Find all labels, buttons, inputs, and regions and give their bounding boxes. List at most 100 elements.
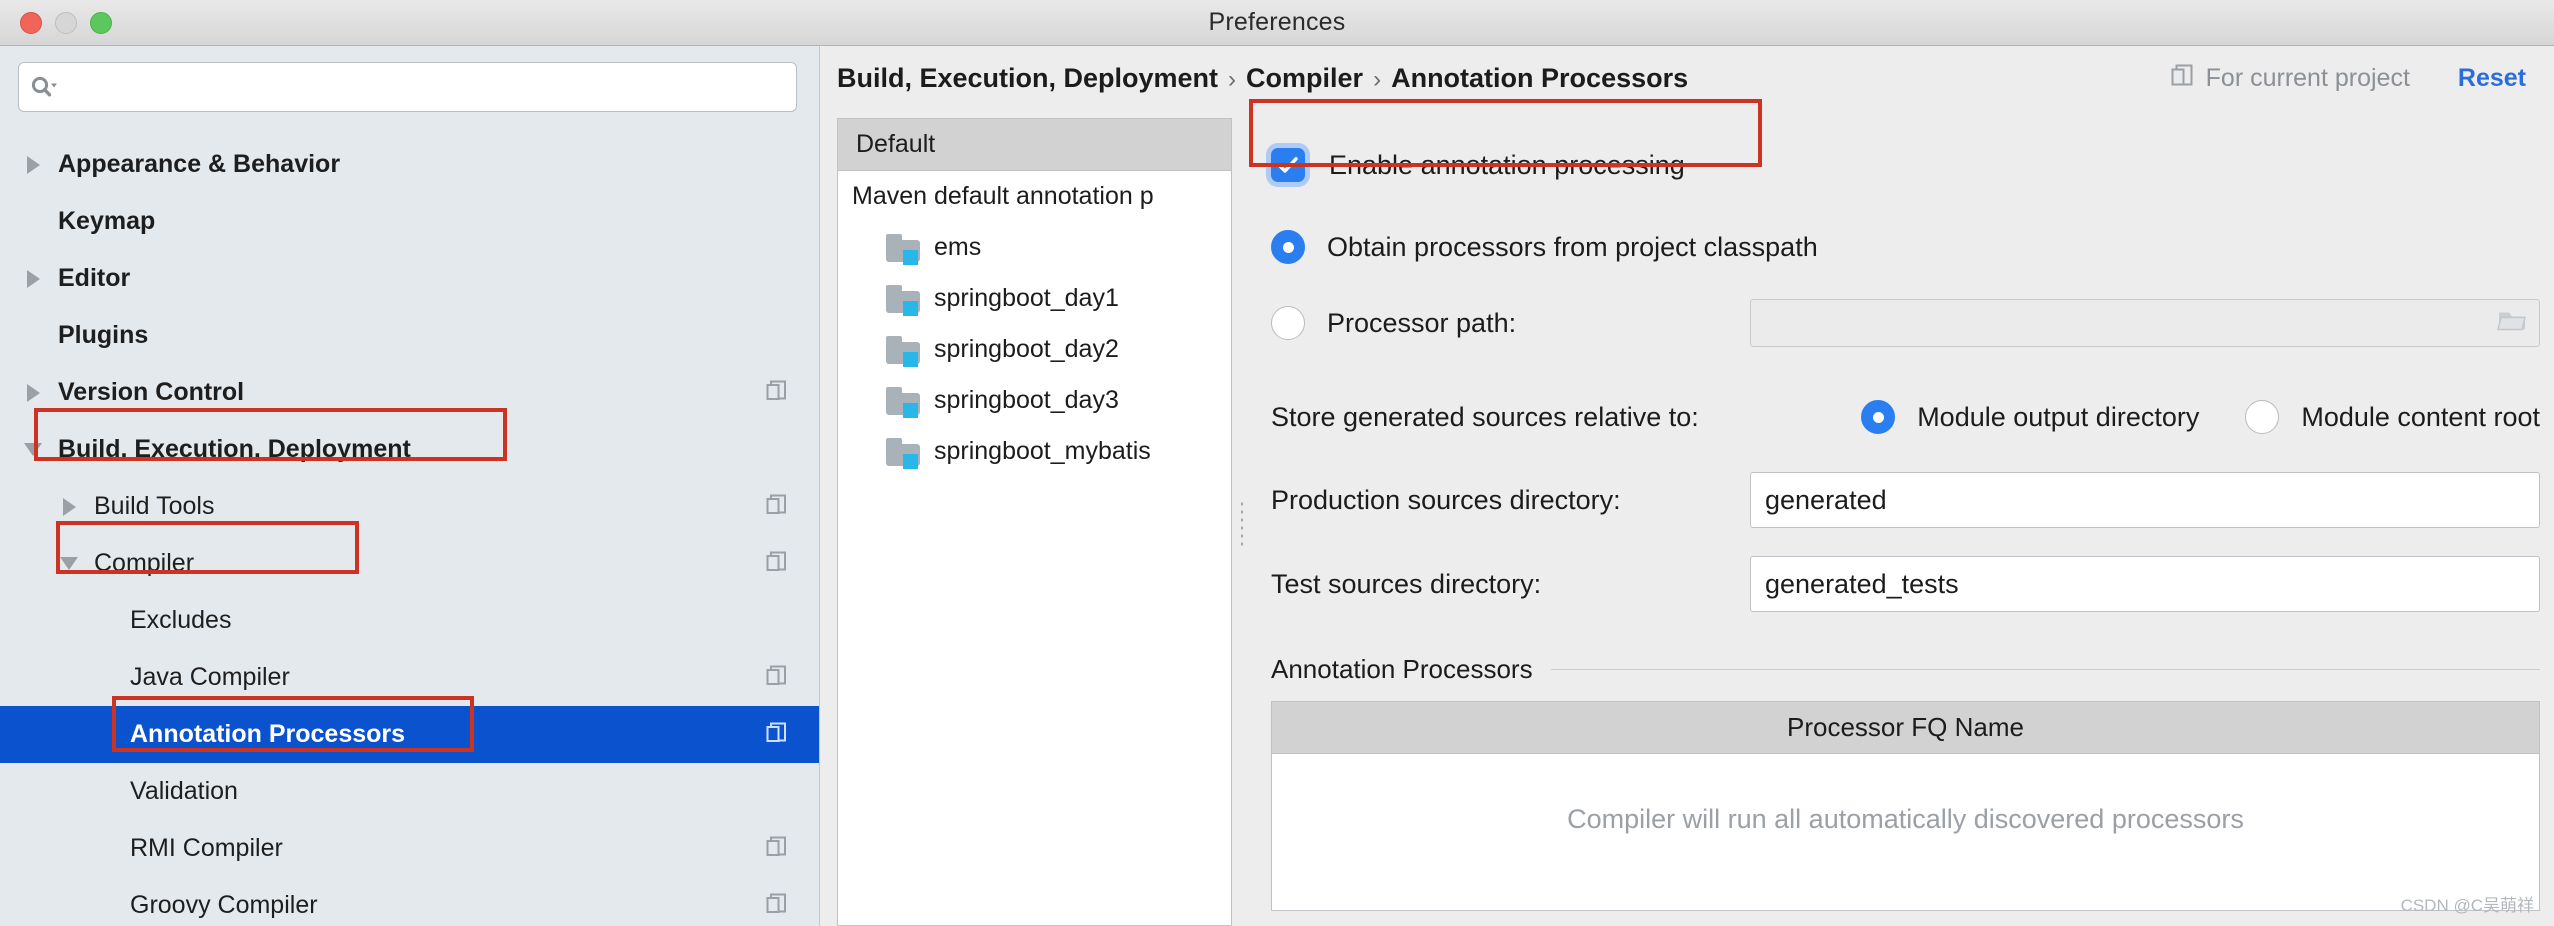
search-icon: [31, 76, 57, 98]
sidebar-item-rmi-compiler[interactable]: RMI Compiler: [0, 820, 819, 877]
chevron-down-icon[interactable]: [22, 439, 44, 461]
breadcrumb: Build, Execution, Deployment › Compiler …: [837, 63, 1688, 94]
sidebar-item-label: Build, Execution, Deployment: [58, 435, 411, 464]
processor-path-input[interactable]: [1750, 299, 2540, 347]
profile-row[interactable]: Maven default annotation p: [838, 171, 1231, 222]
module-folder-icon: [886, 234, 920, 262]
chevron-down-icon[interactable]: [58, 553, 80, 575]
settings-content: Build, Execution, Deployment › Compiler …: [821, 46, 2554, 926]
test-sources-input[interactable]: [1750, 556, 2540, 612]
profile-row-label: Maven default annotation p: [852, 182, 1154, 211]
processor-path-radio[interactable]: [1271, 306, 1305, 340]
chevron-right-icon[interactable]: [22, 268, 44, 290]
processor-path-row[interactable]: Processor path:: [1271, 296, 2540, 350]
profile-row[interactable]: ems: [838, 222, 1231, 273]
store-generated-sources-label: Store generated sources relative to:: [1271, 402, 1699, 433]
production-sources-input[interactable]: [1750, 472, 2540, 528]
enable-annotation-processing-checkbox[interactable]: [1271, 148, 1305, 182]
settings-tree: Appearance & Behavior Keymap EditorPlugins…: [0, 136, 819, 926]
pane-splitter[interactable]: [1235, 110, 1251, 926]
folder-icon[interactable]: [2497, 308, 2527, 339]
breadcrumb-item-2[interactable]: Annotation Processors: [1391, 63, 1688, 94]
sidebar-item-keymap[interactable]: Keymap: [0, 193, 819, 250]
copy-icon: [765, 891, 789, 920]
profile-row[interactable]: springboot_day1: [838, 273, 1231, 324]
sidebar-item-label: Version Control: [58, 378, 244, 407]
for-current-project[interactable]: For current project: [2170, 62, 2410, 95]
profile-row-label: springboot_mybatis: [934, 437, 1151, 466]
search-input[interactable]: [57, 63, 784, 111]
chevron-right-icon[interactable]: [58, 496, 80, 518]
module-folder-icon: [886, 336, 920, 364]
sidebar-item-label: Validation: [130, 777, 238, 806]
sidebar-item-version-control[interactable]: Version Control: [0, 364, 819, 421]
profiles-list-header: Default: [838, 119, 1231, 171]
profiles-rows: Maven default annotation p ems springboot_…: [838, 171, 1231, 477]
sidebar-item-excludes[interactable]: Excludes: [0, 592, 819, 649]
breadcrumb-separator-icon: ›: [1373, 66, 1381, 94]
enable-annotation-processing-row[interactable]: Enable annotation processing: [1271, 136, 2540, 194]
check-icon: [1277, 156, 1299, 174]
for-current-project-label: For current project: [2206, 64, 2410, 93]
processors-table-empty-message: Compiler will run all automatically disc…: [1272, 754, 2539, 884]
sidebar-item-build-execution-deployment[interactable]: Build, Execution, Deployment: [0, 421, 819, 478]
sidebar-item-label: Groovy Compiler: [130, 891, 318, 920]
profile-row[interactable]: springboot_mybatis: [838, 426, 1231, 477]
profiles-list: Default Maven default annotation p ems spr…: [837, 118, 1232, 926]
sidebar-item-label: Appearance & Behavior: [58, 150, 340, 179]
profile-row[interactable]: springboot_day2: [838, 324, 1231, 375]
copy-icon: [2170, 62, 2196, 95]
breadcrumb-item-0[interactable]: Build, Execution, Deployment: [837, 63, 1218, 94]
sidebar-item-compiler[interactable]: Compiler: [0, 535, 819, 592]
production-sources-label: Production sources directory:: [1271, 485, 1621, 516]
processors-table: Processor FQ Name Compiler will run all …: [1271, 701, 2540, 911]
store-generated-sources-options: Module output directory Module content r…: [1861, 400, 2540, 434]
zoom-button[interactable]: [90, 12, 112, 34]
close-button[interactable]: [20, 12, 42, 34]
module-folder-icon: [886, 438, 920, 466]
minimize-button[interactable]: [55, 12, 77, 34]
sidebar-item-validation[interactable]: Validation: [0, 763, 819, 820]
production-sources-row: Production sources directory:: [1271, 472, 2540, 528]
sidebar-item-label: Annotation Processors: [130, 720, 405, 749]
sidebar-item-groovy-compiler[interactable]: Groovy Compiler: [0, 877, 819, 926]
sidebar-item-plugins[interactable]: Plugins: [0, 307, 819, 364]
sidebar-item-editor[interactable]: Editor: [0, 250, 819, 307]
search-box[interactable]: [18, 62, 797, 112]
annotation-processors-form: Enable annotation processing Obtain proc…: [1251, 110, 2554, 926]
obtain-from-classpath-row[interactable]: Obtain processors from project classpath: [1271, 220, 2540, 274]
module-content-root-radio[interactable]: [2245, 400, 2279, 434]
splitter-grip-icon: [1239, 500, 1245, 546]
copy-icon: [765, 492, 789, 521]
copy-icon: [765, 720, 789, 749]
test-sources-label: Test sources directory:: [1271, 569, 1541, 600]
title-bar: Preferences: [0, 0, 2554, 46]
module-content-root-label: Module content root: [2301, 402, 2540, 433]
chevron-right-icon[interactable]: [22, 154, 44, 176]
copy-icon: [765, 663, 789, 692]
profile-row-label: ems: [934, 233, 981, 262]
reset-button[interactable]: Reset: [2458, 64, 2526, 93]
breadcrumb-separator-icon: ›: [1228, 66, 1236, 94]
sidebar-item-java-compiler[interactable]: Java Compiler: [0, 649, 819, 706]
sidebar-item-label: Keymap: [58, 207, 155, 236]
sidebar-item-label: Compiler: [94, 549, 194, 578]
sidebar-item-build-tools[interactable]: Build Tools: [0, 478, 819, 535]
module-output-directory-radio[interactable]: [1861, 400, 1895, 434]
copy-icon: [765, 549, 789, 578]
profile-row-label: springboot_day2: [934, 335, 1119, 364]
preferences-window: Preferences Appearance & Behavior Keymap E…: [0, 0, 2554, 926]
enable-annotation-processing-label: Enable annotation processing: [1329, 150, 1685, 181]
chevron-right-icon[interactable]: [22, 382, 44, 404]
processor-path-label: Processor path:: [1327, 308, 1516, 339]
sidebar-item-appearance-behavior[interactable]: Appearance & Behavior: [0, 136, 819, 193]
processors-section-header: Annotation Processors: [1271, 654, 2540, 685]
profile-row-label: springboot_day1: [934, 284, 1119, 313]
module-output-directory-label: Module output directory: [1917, 402, 2199, 433]
sidebar-item-annotation-processors[interactable]: Annotation Processors: [0, 706, 819, 763]
profile-row[interactable]: springboot_day3: [838, 375, 1231, 426]
obtain-from-classpath-radio[interactable]: [1271, 230, 1305, 264]
test-sources-row: Test sources directory:: [1271, 556, 2540, 612]
breadcrumb-item-1[interactable]: Compiler: [1246, 63, 1363, 94]
sidebar-item-label: Build Tools: [94, 492, 214, 521]
